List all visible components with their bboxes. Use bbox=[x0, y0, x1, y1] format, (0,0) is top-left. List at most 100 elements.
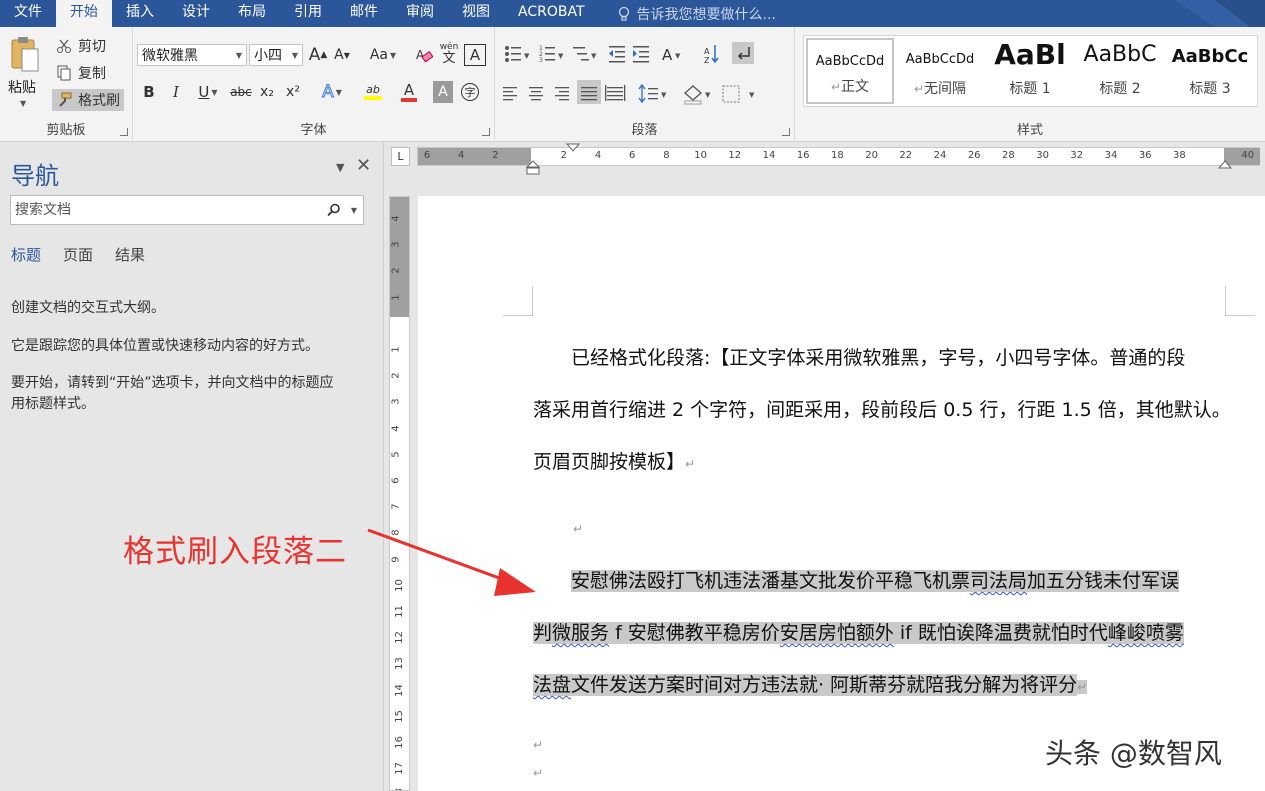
font-color-button[interactable]: A bbox=[393, 81, 425, 103]
ruler-label: 14 bbox=[393, 683, 405, 697]
paste-dropdown-icon[interactable]: ▼ bbox=[20, 99, 26, 108]
character-shading-button[interactable]: A bbox=[433, 81, 453, 103]
show-marks-button[interactable] bbox=[731, 41, 755, 67]
paragraph-1[interactable]: 已经格式化段落:【正文字体采用微软雅黑，字号，小四号字体。普通的段 落采用首行缩… bbox=[533, 341, 1231, 473]
style-heading-2-name: 标题 2 bbox=[1099, 81, 1141, 97]
clipboard-dialog-launcher[interactable] bbox=[120, 128, 128, 136]
increase-indent-button[interactable] bbox=[631, 41, 655, 67]
character-border-button[interactable]: A bbox=[464, 44, 486, 66]
align-left-button[interactable] bbox=[501, 83, 521, 105]
distributed-button[interactable] bbox=[605, 83, 627, 105]
cut-button[interactable]: 剪切 bbox=[52, 35, 110, 57]
search-icon[interactable] bbox=[327, 203, 341, 217]
text-effects-button[interactable]: A ▼ bbox=[317, 81, 347, 103]
first-line-indent-marker[interactable] bbox=[566, 143, 580, 153]
ruler-label: 12 bbox=[728, 150, 742, 161]
font-dialog-launcher[interactable] bbox=[482, 128, 490, 136]
ruler-label: 8 bbox=[663, 150, 670, 161]
align-right-button[interactable] bbox=[553, 83, 573, 105]
tab-mailings[interactable]: 邮件 bbox=[336, 0, 392, 27]
font-name-select[interactable]: 微软雅黑 ▼ bbox=[137, 44, 247, 66]
crop-mark-top-left bbox=[503, 286, 533, 316]
decrease-indent-button[interactable] bbox=[605, 41, 629, 67]
tab-file[interactable]: 文件 bbox=[0, 0, 56, 27]
right-indent-marker[interactable] bbox=[1218, 158, 1232, 170]
nav-help-text-1: 创建文档的交互式大纲。 bbox=[11, 300, 165, 316]
italic-button[interactable]: I bbox=[166, 81, 186, 103]
style-normal[interactable]: AaBbCcDd ↵正文 bbox=[806, 38, 894, 104]
ruler-label: 16 bbox=[393, 736, 405, 749]
tell-me-box[interactable]: 告诉我您想要做什么... bbox=[617, 4, 776, 24]
strikethrough-button[interactable]: abc bbox=[229, 81, 253, 103]
paragraph-2-line-2: 判微服务 f 安慰佛教平稳房价安居房怕额外 if 既怕诶降温费就怕时代峰峻喷雾 bbox=[533, 616, 1184, 650]
font-size-select[interactable]: 小四 ▼ bbox=[249, 44, 303, 66]
tab-home[interactable]: 开始 bbox=[56, 0, 112, 27]
tab-references[interactable]: 引用 bbox=[280, 0, 336, 27]
phonetic-guide-button[interactable]: wén 文 bbox=[438, 42, 460, 66]
line-spacing-button[interactable] bbox=[637, 83, 671, 105]
horizontal-ruler[interactable]: 6 4 2 2 4 6 8 10 12 14 16 18 20 22 24 26 28 30 32 34 36 38 40 bbox=[417, 147, 1260, 166]
highlight-button[interactable]: ab bbox=[355, 81, 391, 103]
chevron-down-icon: ▼ bbox=[335, 87, 342, 97]
ruler-label: 17 bbox=[393, 762, 405, 776]
nav-tab-pages[interactable]: 页面 bbox=[63, 244, 93, 265]
align-center-button[interactable] bbox=[527, 83, 547, 105]
chevron-down-icon[interactable]: ▼ bbox=[351, 206, 357, 215]
tab-selector[interactable]: L bbox=[391, 147, 410, 166]
underline-button[interactable]: U ▼ bbox=[191, 81, 225, 103]
enclose-characters-button[interactable]: 字 bbox=[459, 81, 481, 103]
phonetic-guide-char: 文 bbox=[442, 51, 456, 66]
nav-options-chevron-icon[interactable]: ▼ bbox=[336, 161, 344, 174]
format-painter-button[interactable]: 格式刷 bbox=[52, 89, 124, 111]
paste-button[interactable]: 粘贴 bbox=[8, 77, 36, 97]
ruler-label: 2 bbox=[390, 267, 402, 275]
close-icon[interactable]: ✕ bbox=[356, 155, 371, 176]
grow-font-glyph: A bbox=[308, 45, 321, 65]
tab-acrobat[interactable]: ACROBAT bbox=[504, 0, 599, 27]
sort-button[interactable] bbox=[699, 41, 723, 67]
font-color-glyph: A bbox=[403, 80, 415, 99]
font-name-value: 微软雅黑 bbox=[142, 48, 198, 64]
misspelled-word: 安居房怕额外 bbox=[779, 622, 894, 644]
document-page[interactable]: 已经格式化段落:【正文字体采用微软雅黑，字号，小四号字体。普通的段 落采用首行缩… bbox=[418, 196, 1265, 791]
tab-view[interactable]: 视图 bbox=[448, 0, 504, 27]
vertical-ruler[interactable]: 4321123456789101112131415161718 bbox=[389, 196, 410, 791]
style-heading-2[interactable]: AaBbC 标题 2 bbox=[1076, 38, 1164, 104]
grow-font-button[interactable]: A ▲ bbox=[307, 44, 329, 66]
numbering-button[interactable] bbox=[535, 41, 567, 67]
left-indent-marker[interactable] bbox=[526, 140, 540, 176]
ruler-label: 6 bbox=[423, 150, 431, 161]
annotation-callout: 格式刷入段落二 bbox=[123, 534, 347, 570]
style-no-spacing[interactable]: AaBbCcDd ↵无间隔 bbox=[896, 38, 984, 104]
nav-tab-results[interactable]: 结果 bbox=[115, 244, 145, 265]
clear-formatting-button[interactable]: A bbox=[413, 44, 435, 66]
format-painter-label: 格式刷 bbox=[78, 93, 120, 109]
change-case-button[interactable]: Aa ▼ bbox=[365, 44, 401, 66]
cut-label: 剪切 bbox=[78, 39, 106, 55]
copy-button[interactable]: 复制 bbox=[52, 62, 110, 84]
multilevel-list-button[interactable] bbox=[569, 41, 599, 67]
tab-insert[interactable]: 插入 bbox=[112, 0, 168, 27]
nav-tab-headings[interactable]: 标题 bbox=[11, 244, 41, 265]
nav-search-input[interactable] bbox=[15, 202, 327, 218]
tab-design[interactable]: 设计 bbox=[168, 0, 224, 27]
paste-icon[interactable] bbox=[10, 35, 40, 73]
style-heading-3[interactable]: AaBbCc 标题 3 bbox=[1166, 38, 1254, 104]
chinese-layout-button[interactable] bbox=[659, 41, 685, 67]
shrink-font-button[interactable]: A ▼ bbox=[331, 44, 353, 66]
paragraph-dialog-launcher[interactable] bbox=[782, 128, 790, 136]
shading-button[interactable] bbox=[683, 83, 713, 105]
subscript-button[interactable]: x₂ bbox=[257, 81, 277, 103]
bold-button[interactable]: B bbox=[139, 81, 159, 103]
tab-review[interactable]: 审阅 bbox=[392, 0, 448, 27]
ruler-label: 4 bbox=[390, 215, 402, 222]
justify-button[interactable] bbox=[577, 80, 601, 106]
bullets-button[interactable] bbox=[499, 41, 535, 67]
paragraph-2-selected[interactable]: 安慰佛法殴打飞机违法潘基文批发价平稳飞机票司法局加五分钱未付军误 判微服务 f … bbox=[533, 564, 1229, 734]
superscript-button[interactable]: x² bbox=[283, 81, 303, 103]
tab-layout[interactable]: 布局 bbox=[224, 0, 280, 27]
style-heading-1[interactable]: AaBl 标题 1 bbox=[986, 38, 1074, 104]
ruler-label: 26 bbox=[967, 150, 981, 161]
highlighter-icon: ab bbox=[366, 83, 380, 96]
borders-button[interactable] bbox=[721, 83, 757, 105]
